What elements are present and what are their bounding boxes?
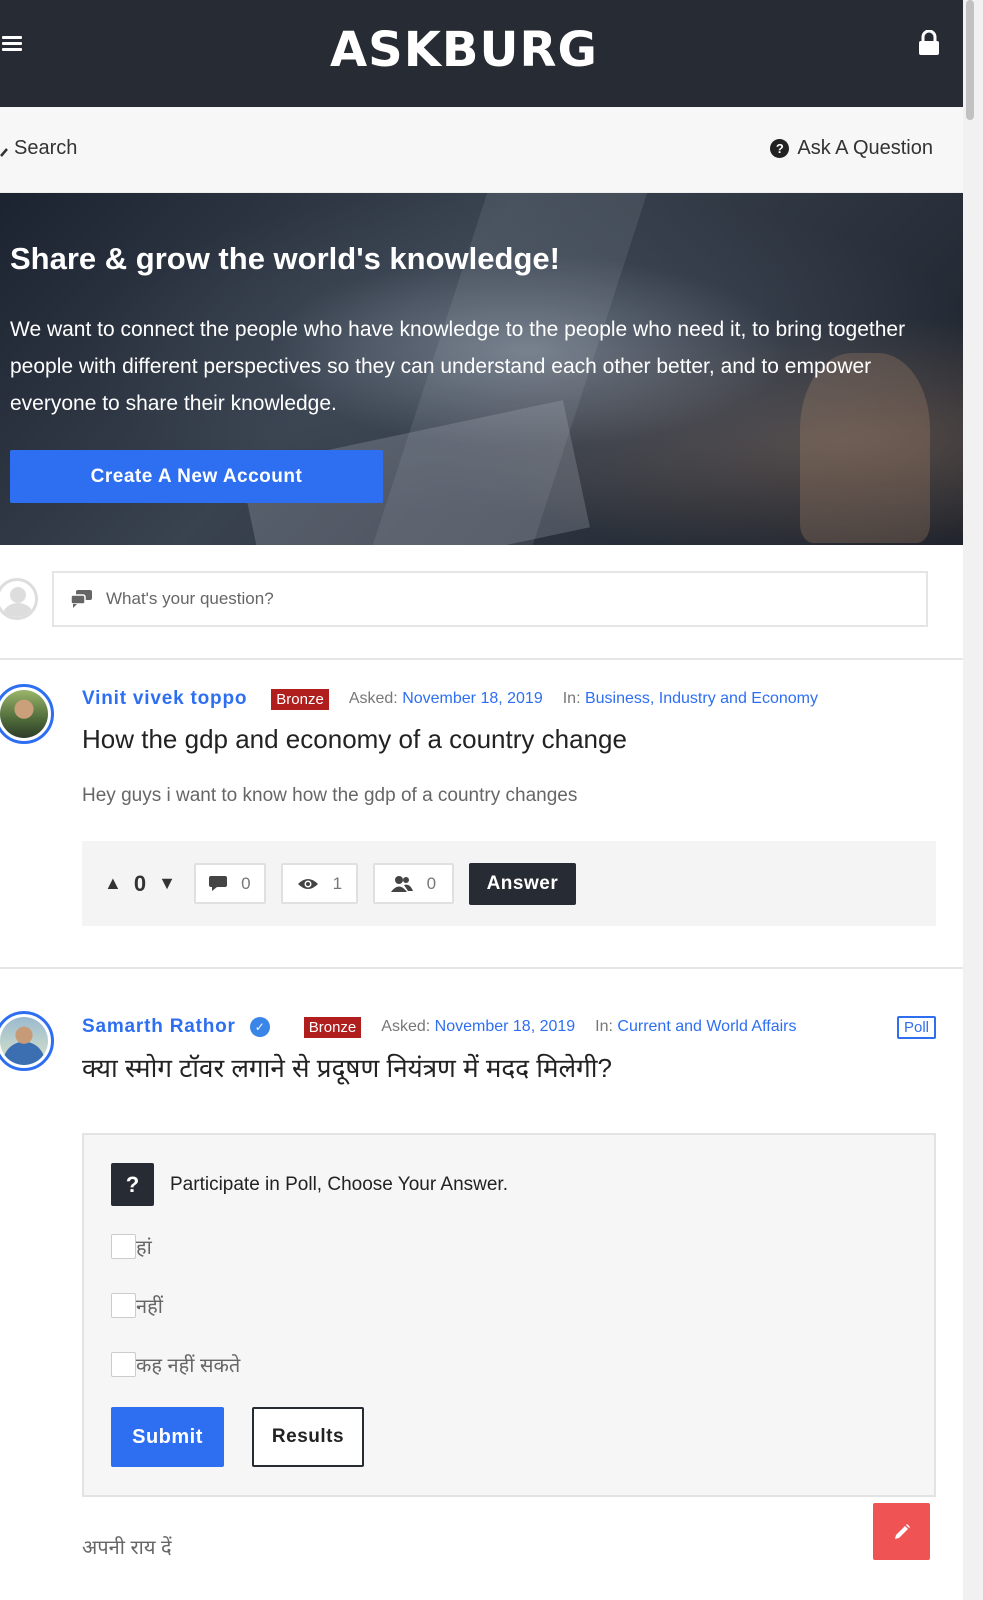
users-icon <box>390 875 413 892</box>
answer-button[interactable]: Answer <box>468 862 576 905</box>
user-avatar <box>0 578 38 620</box>
question-circle-icon: ? <box>770 139 790 158</box>
poll-option-label: कह नहीं सकते <box>136 1355 241 1377</box>
category-link[interactable]: Business, Industry and Economy <box>585 690 818 708</box>
ask-question-label: Ask A Question <box>797 137 933 159</box>
menu-icon[interactable] <box>2 36 22 51</box>
ask-question-field[interactable] <box>52 571 928 627</box>
vote-widget: ▲ 0 ▼ <box>104 871 176 897</box>
poll-option[interactable]: हां <box>111 1233 152 1260</box>
asked-date-link[interactable]: November 18, 2019 <box>402 690 543 708</box>
lock-icon[interactable] <box>918 30 940 56</box>
poll-option-label: नहीं <box>136 1296 163 1318</box>
question-excerpt: Hey guys i want to know how the gdp of a… <box>82 785 578 806</box>
sub-nav: Search ? Ask A Question <box>0 107 963 193</box>
category-label: In: <box>595 1018 613 1035</box>
pencil-icon <box>894 1523 910 1539</box>
scrollbar-thumb[interactable] <box>966 0 974 120</box>
poll-submit-button[interactable]: Submit <box>111 1407 224 1467</box>
poll-option-label: हां <box>136 1237 152 1259</box>
asked-date-link[interactable]: November 18, 2019 <box>435 1018 576 1036</box>
question-card: Samarth Rathor ✓ Bronze Asked: November … <box>0 969 963 1600</box>
question-meta: Samarth Rathor ✓ Bronze Asked: November … <box>82 1016 796 1038</box>
poll-checkbox[interactable] <box>111 1352 136 1377</box>
ask-question-link[interactable]: ? Ask A Question <box>770 137 933 160</box>
followers-count-button[interactable]: 0 <box>372 863 454 904</box>
upvote-icon[interactable]: ▲ <box>104 873 122 894</box>
category-link[interactable]: Current and World Affairs <box>617 1018 796 1036</box>
question-meta: Vinit vivek toppo Bronze Asked: November… <box>82 688 818 710</box>
give-opinion-text: अपनी राय दें <box>82 1537 172 1559</box>
rank-badge: Bronze <box>303 1016 362 1038</box>
asked-label: Asked: <box>348 690 398 707</box>
author-avatar[interactable] <box>0 1011 54 1071</box>
downvote-icon[interactable]: ▼ <box>158 873 176 894</box>
hero-title: Share & grow the world's knowledge! <box>10 241 560 276</box>
views-value: 1 <box>332 873 343 893</box>
poll-option[interactable]: नहीं <box>111 1292 163 1319</box>
scrollbar[interactable] <box>963 0 983 1600</box>
poll-option[interactable]: कह नहीं सकते <box>111 1351 240 1378</box>
category-label: In: <box>562 690 581 707</box>
comments-icon <box>70 590 92 608</box>
comments-count: 0 <box>241 873 251 893</box>
question-mark-icon: ? <box>111 1163 154 1206</box>
write-question-button[interactable] <box>873 1503 930 1560</box>
followers-value: 0 <box>426 873 437 893</box>
hero-banner: Share & grow the world's knowledge! We w… <box>0 193 963 545</box>
create-account-button[interactable]: Create A New Account <box>10 450 383 503</box>
site-logo[interactable]: ASKBURG <box>330 22 598 78</box>
poll-tag[interactable]: Poll <box>897 1016 937 1039</box>
ask-box <box>0 545 963 660</box>
author-name[interactable]: Samarth Rathor <box>82 1016 236 1038</box>
poll-checkbox[interactable] <box>111 1234 136 1259</box>
poll-results-button[interactable]: Results <box>252 1407 364 1467</box>
ask-question-input[interactable] <box>106 589 866 609</box>
top-header: ASKBURG <box>0 0 963 107</box>
poll-checkbox[interactable] <box>111 1293 136 1318</box>
poll-heading: ? Participate in Poll, Choose Your Answe… <box>111 1163 508 1206</box>
search-link[interactable]: Search <box>0 137 77 160</box>
page: ASKBURG Search ? Ask A Question Share & … <box>0 0 963 1600</box>
author-name[interactable]: Vinit vivek toppo <box>82 688 247 710</box>
asked-label: Asked: <box>381 1018 431 1035</box>
hero-description: We want to connect the people who have k… <box>10 318 906 415</box>
author-avatar[interactable] <box>0 684 54 744</box>
search-icon <box>0 147 8 157</box>
question-card: Vinit vivek toppo Bronze Asked: November… <box>0 660 963 969</box>
views-count: 1 <box>280 863 358 904</box>
vote-count: 0 <box>133 870 147 896</box>
comment-icon <box>209 875 228 891</box>
rank-badge: Bronze <box>271 688 329 710</box>
comments-count-button[interactable]: 0 <box>193 863 266 904</box>
verified-icon: ✓ <box>249 1017 270 1037</box>
search-label: Search <box>14 137 78 159</box>
question-title[interactable]: How the gdp and economy of a country cha… <box>82 724 627 755</box>
poll-box: ? Participate in Poll, Choose Your Answe… <box>82 1133 936 1497</box>
question-actions: ▲ 0 ▼ 0 1 0 Answer <box>82 841 936 926</box>
eye-icon <box>297 878 318 889</box>
poll-heading-text: Participate in Poll, Choose Your Answer. <box>170 1173 508 1195</box>
question-title[interactable]: क्या स्मोग टॉवर लगाने से प्रदूषण नियंत्र… <box>82 1049 612 1085</box>
